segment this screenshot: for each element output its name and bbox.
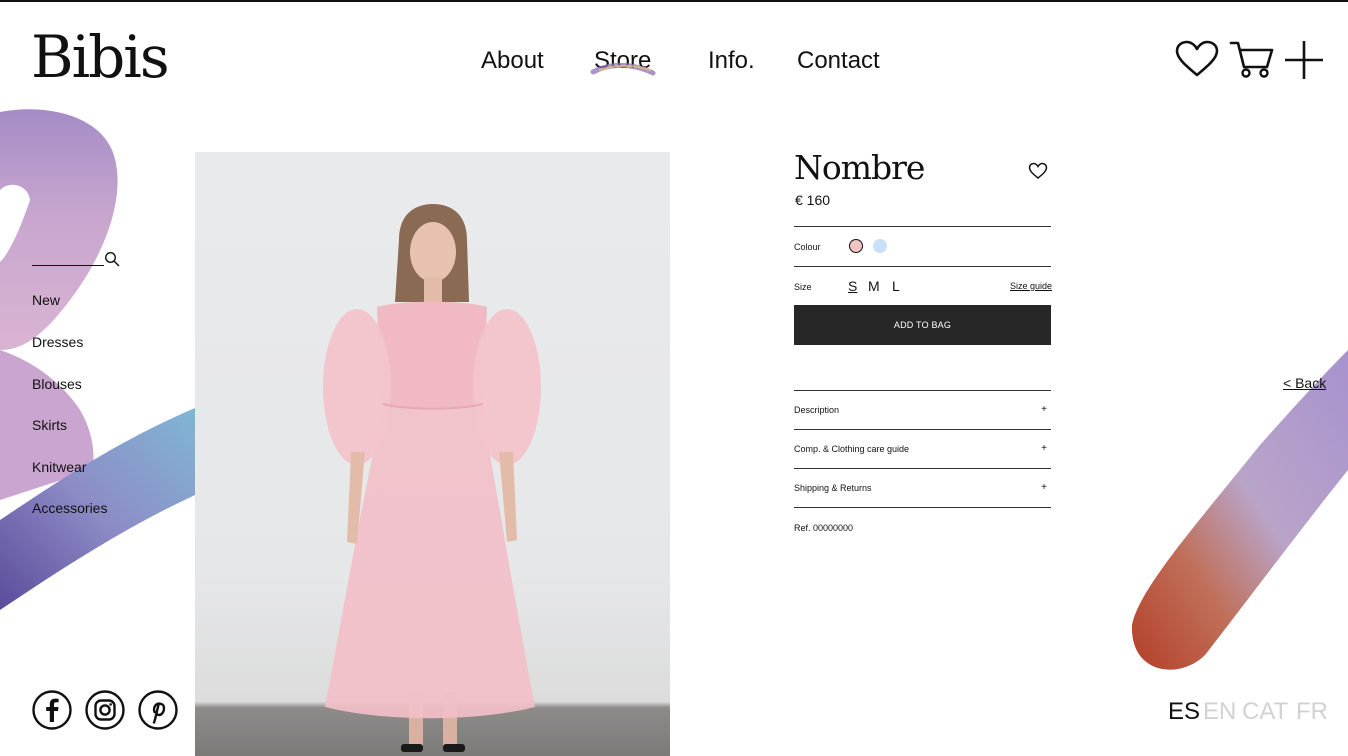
colour-swatch-pink[interactable] — [849, 239, 863, 253]
top-border — [0, 0, 1348, 2]
nav-info[interactable]: Info. — [708, 46, 755, 76]
expand-icon: + — [1041, 443, 1047, 454]
brand-logo[interactable]: Bibis — [31, 28, 170, 86]
nav-about[interactable]: About — [481, 46, 544, 76]
product-photo — [195, 152, 670, 756]
facebook-icon[interactable] — [32, 690, 72, 730]
search-icon[interactable] — [104, 251, 120, 267]
sidebar-item-dresses[interactable]: Dresses — [32, 334, 83, 350]
lang-fr[interactable]: FR — [1296, 698, 1328, 726]
divider — [794, 429, 1051, 430]
accordion-label: Comp. & Clothing care guide — [794, 444, 910, 454]
product-title: Nombre — [794, 148, 925, 187]
size-option-s[interactable]: S — [848, 278, 857, 294]
back-link[interactable]: < Back — [1283, 375, 1326, 391]
accordion-description[interactable]: Description + — [794, 403, 1051, 419]
size-label: Size — [794, 282, 812, 292]
lang-es[interactable]: ES — [1168, 698, 1200, 726]
size-option-m[interactable]: M — [868, 278, 880, 294]
accordion-care-guide[interactable]: Comp. & Clothing care guide + — [794, 442, 1051, 458]
divider — [794, 390, 1051, 391]
sidebar-item-skirts[interactable]: Skirts — [32, 417, 67, 433]
lang-cat[interactable]: CAT — [1242, 698, 1288, 726]
dress-model-illustration — [323, 204, 541, 752]
plus-icon[interactable] — [1284, 40, 1324, 80]
size-option-l[interactable]: L — [892, 278, 900, 294]
colour-swatch-light-blue[interactable] — [873, 239, 887, 253]
add-to-bag-button[interactable]: ADD TO BAG — [794, 305, 1051, 345]
heart-icon[interactable] — [1175, 40, 1219, 78]
sidebar-item-blouses[interactable]: Blouses — [32, 376, 82, 392]
sidebar-item-accessories[interactable]: Accessories — [32, 500, 107, 516]
size-guide-link[interactable]: Size guide — [1010, 281, 1052, 291]
accordion-label: Description — [794, 405, 840, 415]
divider — [794, 507, 1051, 508]
product-price: € 160 — [795, 192, 831, 208]
pinterest-icon[interactable] — [138, 690, 178, 730]
product-reference: Ref. 00000000 — [794, 523, 854, 533]
sidebar-item-knitwear[interactable]: Knitwear — [32, 459, 86, 475]
wishlist-heart-icon[interactable] — [1028, 162, 1048, 180]
colour-label: Colour — [794, 242, 821, 252]
accordion-shipping-returns[interactable]: Shipping & Returns + — [794, 481, 1051, 497]
search-input[interactable] — [32, 265, 104, 266]
lang-en[interactable]: EN — [1203, 698, 1236, 726]
divider — [794, 468, 1051, 469]
divider — [794, 266, 1051, 267]
expand-icon: + — [1041, 482, 1047, 493]
instagram-icon[interactable] — [85, 690, 125, 730]
cart-icon[interactable] — [1229, 40, 1275, 80]
expand-icon: + — [1041, 404, 1047, 415]
sidebar-item-new[interactable]: New — [32, 292, 60, 308]
nav-contact[interactable]: Contact — [797, 46, 880, 76]
active-nav-indicator — [590, 62, 656, 76]
accordion-label: Shipping & Returns — [794, 483, 872, 493]
divider — [794, 226, 1051, 227]
